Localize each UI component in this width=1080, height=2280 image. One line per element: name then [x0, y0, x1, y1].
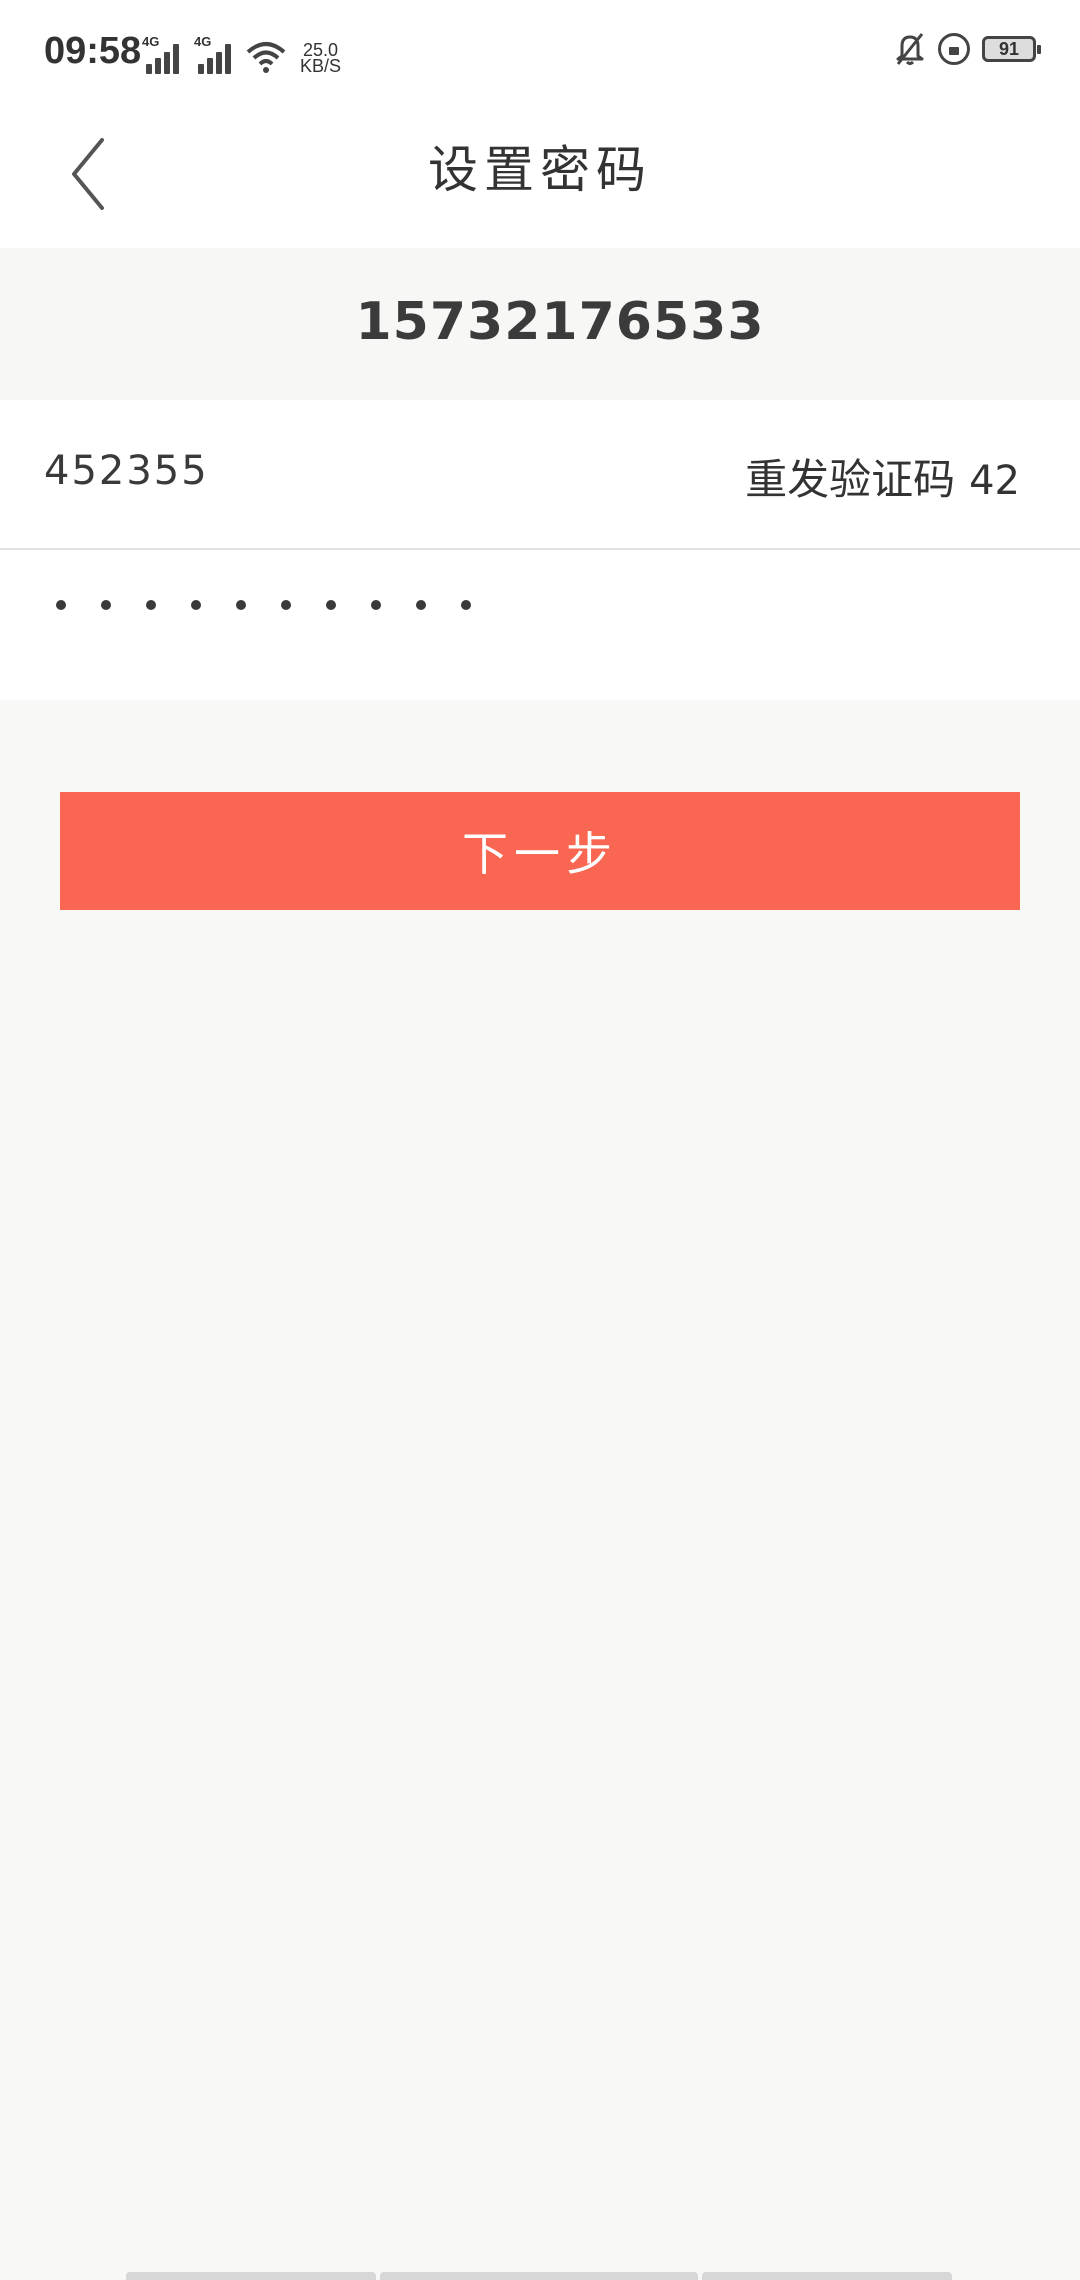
signal-icon: 4G	[142, 34, 184, 74]
network-speed-unit: KB/S	[300, 56, 342, 76]
status-bar: 09:58 4G 4G 25.0 KB/S 91	[0, 0, 1080, 110]
password-mask-dot	[371, 600, 381, 610]
password-input[interactable]	[56, 600, 471, 610]
phone-number: 15732176533	[355, 292, 765, 352]
next-button[interactable]: 下一步	[60, 792, 1020, 910]
network-speed: 25.0 KB/S	[300, 41, 342, 76]
verification-code-input[interactable]: 452355	[44, 448, 209, 494]
phone-band: 15732176533	[0, 248, 1080, 400]
password-mask-dot	[146, 600, 156, 610]
network-type-label: 4G	[142, 34, 160, 49]
rotation-lock-icon	[938, 33, 970, 65]
resend-code-label: 重发验证码	[745, 455, 956, 504]
password-mask-dot	[236, 600, 246, 610]
password-mask-dot	[101, 600, 111, 610]
password-mask-dot	[191, 600, 201, 610]
resend-countdown: 42	[969, 458, 1020, 504]
password-mask-dot	[326, 600, 336, 610]
password-mask-dot	[56, 600, 66, 610]
wifi-icon	[246, 42, 286, 73]
battery-icon: 91	[982, 36, 1041, 62]
page-title: 设置密码	[428, 141, 652, 199]
status-icons-right: 91	[894, 32, 1041, 66]
title-bar: 设置密码	[0, 110, 1080, 248]
password-mask-dot	[461, 600, 471, 610]
navigation-gesture-bar	[126, 2272, 952, 2280]
resend-code-button[interactable]: 重发验证码 42	[745, 446, 1020, 507]
password-mask-dot	[281, 600, 291, 610]
verification-code-row: 452355 重发验证码 42	[0, 400, 1080, 550]
status-time: 09:58	[44, 30, 142, 72]
battery-level: 91	[998, 38, 1020, 59]
signal-icon: 4G	[194, 34, 236, 74]
status-icons-left: 4G 4G 25.0 KB/S	[142, 30, 342, 76]
password-row	[0, 550, 1080, 700]
network-type-label: 4G	[194, 34, 212, 49]
password-mask-dot	[416, 600, 426, 610]
mute-bell-icon	[896, 33, 924, 65]
